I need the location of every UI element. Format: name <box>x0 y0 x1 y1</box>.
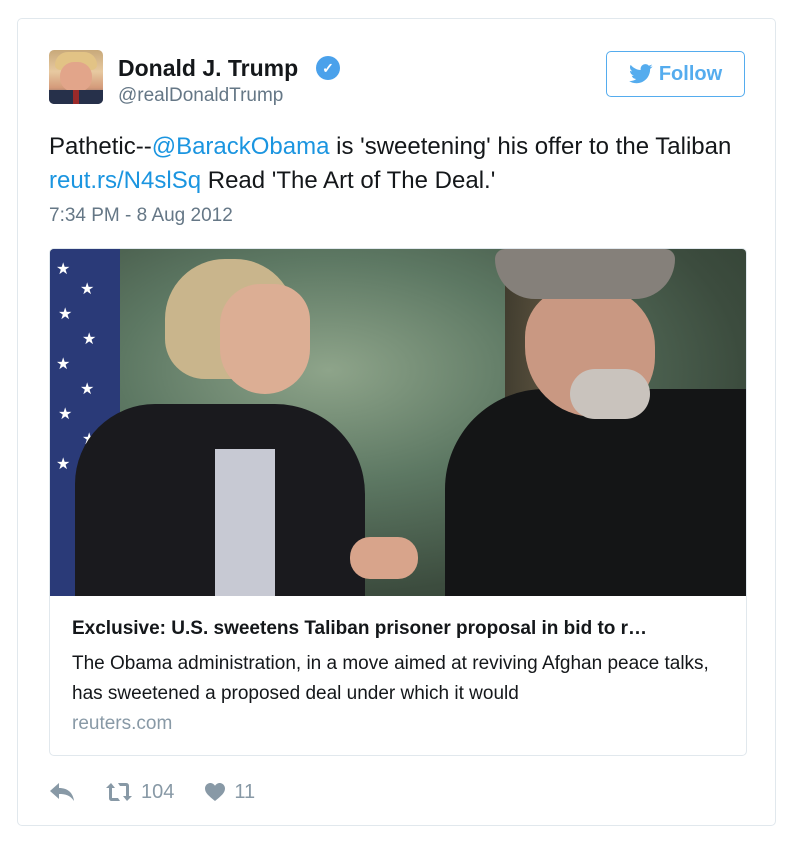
card-title[interactable]: Exclusive: U.S. sweetens Taliban prisone… <box>72 618 732 640</box>
retweet-button[interactable]: 104 <box>75 781 174 804</box>
avatar[interactable] <box>49 50 103 104</box>
card-description: The Obama administration, in a move aime… <box>72 653 709 704</box>
author-handle[interactable]: @realDonaldTrump <box>118 85 283 107</box>
reply-icon <box>50 783 74 801</box>
link-preview-card[interactable]: ★★ ★★ ★★ ★★ ★ Exclusive: U.S. sweetens T… <box>49 248 747 756</box>
tweet-text-start: Pathetic-- <box>49 133 152 160</box>
reply-button[interactable] <box>49 781 75 803</box>
article-short-link[interactable]: reut.rs/N4slSq <box>49 167 201 194</box>
avatar-tie <box>73 90 79 104</box>
card-domain: reuters.com <box>72 713 173 734</box>
tweet-text-end: Read 'The Art of The Deal.' <box>201 167 496 194</box>
tweet-card: Donald J. Trump ✓ @realDonaldTrump Follo… <box>17 18 776 826</box>
avatar-face <box>60 62 92 92</box>
retweet-count: 104 <box>141 780 175 803</box>
twitter-bird-icon <box>628 64 653 84</box>
hand-shape <box>350 537 418 579</box>
author-name[interactable]: Donald J. Trump <box>118 54 298 82</box>
verified-badge-icon: ✓ <box>316 56 340 80</box>
article-photo[interactable]: ★★ ★★ ★★ ★★ ★ <box>50 249 746 596</box>
retweet-icon <box>106 783 132 801</box>
man-hat-shape <box>495 249 675 299</box>
tweet-text: Pathetic--@BarackObama is 'sweetening' h… <box>49 130 749 198</box>
woman-face-shape <box>220 284 310 394</box>
heart-icon <box>205 783 226 801</box>
tweet-timestamp[interactable]: 7:34 PM - 8 Aug 2012 <box>49 205 233 227</box>
man-beard-shape <box>570 369 650 419</box>
tweet-actions: 104 11 <box>49 777 255 807</box>
follow-button[interactable]: Follow <box>606 51 745 97</box>
mention-link[interactable]: @BarackObama <box>152 133 330 160</box>
tweet-text-middle: is 'sweetening' his offer to the Taliban <box>329 133 732 160</box>
like-button[interactable]: 11 <box>174 781 255 804</box>
like-count: 11 <box>234 780 256 803</box>
woman-shirt-shape <box>215 449 275 596</box>
man-figure-shape <box>445 389 746 596</box>
follow-label: Follow <box>658 62 723 85</box>
